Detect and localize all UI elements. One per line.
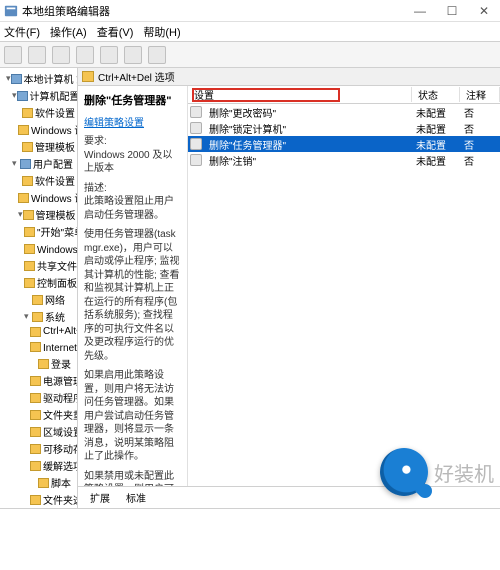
tree-item[interactable]: 共享文件夹 [2,257,75,274]
tree-ctrl-alt-del[interactable]: Ctrl+Alt+ [2,325,75,338]
policy-list: 设置 状态 注释 删除"更改密码"未配置否删除"锁定计算机"未配置否删除"任务管… [188,86,500,486]
minimize-button[interactable]: — [408,4,432,18]
menu-bar: 文件(F) 操作(A) 查看(V) 帮助(H) [0,22,500,42]
col-setting[interactable]: 设置 [188,87,412,102]
tab-extended[interactable]: 扩展 [84,488,116,507]
toolbar-properties-button[interactable] [100,46,118,64]
list-header: 设置 状态 注释 [188,86,500,104]
toolbar-forward-button[interactable] [28,46,46,64]
annotation-ring [0,528,56,542]
tree-item[interactable]: 网络 [2,291,75,308]
path-text: Ctrl+Alt+Del 选项 [98,69,175,84]
tree-item[interactable]: Internet 选 [2,338,75,355]
col-state[interactable]: 状态 [412,87,460,102]
list-row[interactable]: 删除"任务管理器"未配置否 [188,136,500,152]
window-title: 本地组策略编辑器 [22,3,408,19]
tree-item[interactable]: 控制面板 [2,274,75,291]
path-bar: Ctrl+Alt+Del 选项 [78,68,500,86]
tree-item[interactable]: 软件设置 [2,104,75,121]
tree-admin-templates[interactable]: ▾管理模板 [2,206,75,223]
tree-item[interactable]: 区域设置选 [2,423,75,440]
list-row[interactable]: 删除"注销"未配置否 [188,152,500,168]
toolbar-filter-button[interactable] [148,46,166,64]
policy-icon [190,106,202,118]
annotation-ring [0,556,52,570]
tree-item[interactable]: 电源管理 [2,372,75,389]
tree-item[interactable]: Windows 设置 [2,189,75,206]
tree-item[interactable]: 脚本 [2,474,75,491]
toolbar-help-button[interactable] [124,46,142,64]
tree-item[interactable]: "开始"菜单和 [2,223,75,240]
toolbar [0,42,500,68]
tree-item[interactable]: 登录 [2,355,75,372]
toolbar-refresh-button[interactable] [76,46,94,64]
policy-icon [190,138,202,150]
status-bar [0,508,500,528]
tree-item[interactable]: 软件设置 [2,172,75,189]
tree-system[interactable]: ▾系统 [2,308,75,325]
folder-icon [82,71,94,82]
tree-item[interactable]: 管理模板 [2,138,75,155]
tree-user-config[interactable]: ▾用户配置 [2,155,75,172]
toolbar-back-button[interactable] [4,46,22,64]
toolbar-up-button[interactable] [52,46,70,64]
menu-view[interactable]: 查看(V) [97,24,134,40]
watermark-text: 好装机 [434,458,494,487]
menu-file[interactable]: 文件(F) [4,24,40,40]
tree-item[interactable]: 文件夹选项 [2,491,75,508]
watermark: 好装机 [380,448,494,496]
app-icon [4,4,18,18]
tree-computer-config[interactable]: ▾计算机配置 [2,87,75,104]
annotation-ring [0,542,56,556]
edit-policy-link[interactable]: 编辑策略设置 [84,114,181,129]
description-pane: 删除"任务管理器" 编辑策略设置 要求:Windows 2000 及以上版本 描… [78,86,188,486]
menu-help[interactable]: 帮助(H) [143,24,180,40]
tab-standard[interactable]: 标准 [120,488,152,507]
tree-item[interactable]: Windows 设置 [2,121,75,138]
policy-icon [190,154,202,166]
watermark-logo-icon [380,448,428,496]
col-comment[interactable]: 注释 [460,87,500,102]
navigation-tree: ▾本地计算机 策略 ▾计算机配置 软件设置 Windows 设置 管理模板 ▾用… [0,68,78,508]
maximize-button[interactable]: ☐ [440,4,464,18]
tree-item[interactable]: 缓解选项 [2,457,75,474]
list-row[interactable]: 删除"更改密码"未配置否 [188,104,500,120]
menu-action[interactable]: 操作(A) [50,24,87,40]
tree-item[interactable]: 驱动程序安 [2,389,75,406]
policy-icon [190,122,202,134]
list-row[interactable]: 删除"锁定计算机"未配置否 [188,120,500,136]
tree-root[interactable]: ▾本地计算机 策略 [2,70,75,87]
tree-item[interactable]: 可移动存储 [2,440,75,457]
tree-item[interactable]: Windows 组 [2,240,75,257]
close-button[interactable]: ✕ [472,4,496,18]
tree-item[interactable]: 文件夹重定 [2,406,75,423]
policy-title: 删除"任务管理器" [84,92,181,108]
